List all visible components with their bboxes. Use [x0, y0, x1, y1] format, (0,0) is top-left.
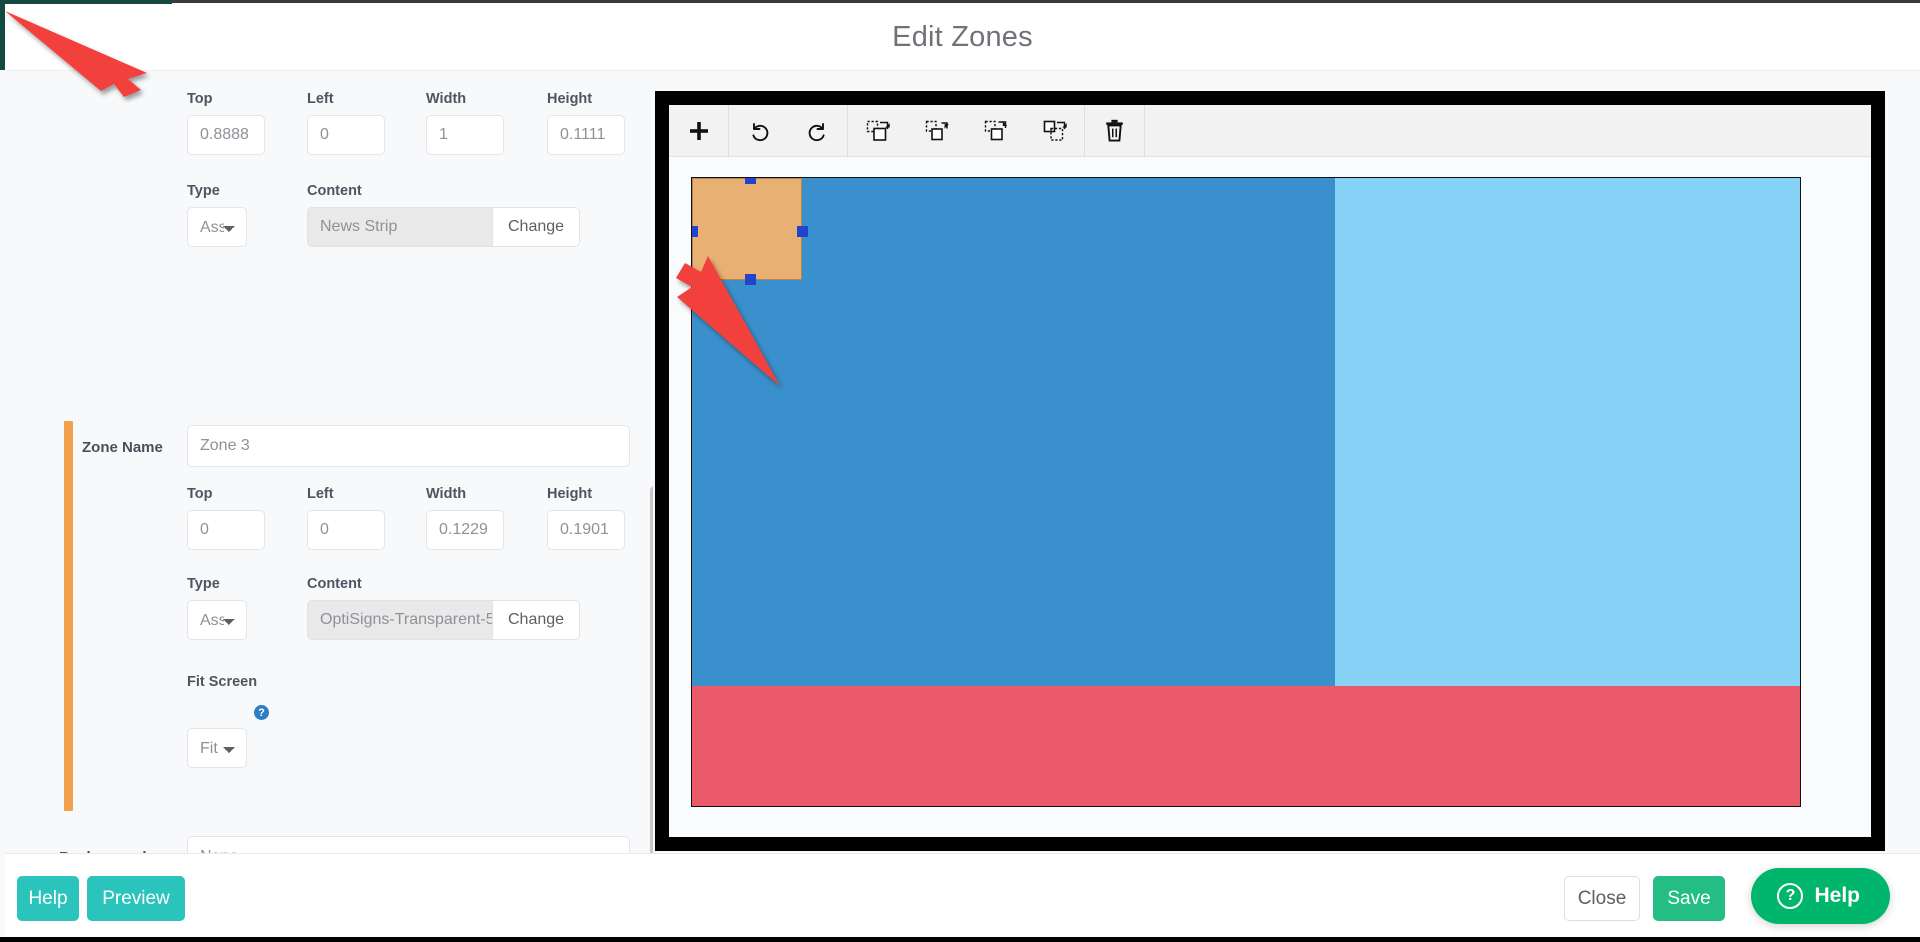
help-circle-icon[interactable]: ?: [254, 705, 269, 720]
redo-icon: [808, 122, 825, 141]
zone3-content-group: OptiSigns-Transparent-512 Change: [307, 600, 581, 640]
zones-form-panel: Top Left Width Height Type Content Asset…: [5, 71, 653, 854]
preview-button[interactable]: Preview: [87, 876, 185, 921]
zone3-top-label: Top: [187, 486, 213, 502]
background-music-select[interactable]: None: [187, 836, 630, 854]
page-title: Edit Zones: [892, 20, 1033, 53]
send-to-back-icon: [1043, 120, 1067, 141]
edit-zones-modal: Edit Zones Top Left Width Height Type Co…: [0, 0, 1920, 942]
zone3-content-label: Content: [307, 576, 362, 592]
zone1-height-input[interactable]: [547, 115, 625, 155]
save-button[interactable]: Save: [1653, 876, 1725, 921]
zone1-change-button[interactable]: Change: [492, 207, 581, 247]
bring-forward-icon: [925, 120, 949, 140]
zone3-accent-bar: [64, 421, 73, 811]
bottom-black-bar: [0, 937, 1920, 942]
zone3-change-button[interactable]: Change: [492, 600, 581, 640]
bring-to-front-icon: [866, 120, 890, 141]
modal-footer: Help Preview Close Save: [5, 853, 1920, 942]
zone3-width-input[interactable]: [426, 510, 504, 550]
help-fab-label: Help: [1814, 884, 1860, 907]
zone3-left-input[interactable]: [307, 510, 385, 550]
undo-icon: [751, 122, 768, 141]
zone3-content-value: OptiSigns-Transparent-512: [307, 600, 492, 640]
zone3-type-label: Type: [187, 576, 220, 592]
zone-rect-zone3-logo[interactable]: [692, 178, 802, 280]
zone3-name-label: Zone Name: [82, 439, 163, 456]
zone3-fit-screen-label: Fit Screen: [187, 674, 258, 690]
canvas-toolbar: [669, 105, 1871, 157]
help-fab-button[interactable]: ? Help: [1751, 868, 1890, 924]
zone1-width-input[interactable]: [426, 115, 504, 155]
send-backward-button[interactable]: [966, 105, 1025, 156]
send-to-back-button[interactable]: [1025, 105, 1084, 156]
add-zone-button[interactable]: [669, 105, 728, 156]
send-backward-icon: [984, 120, 1007, 140]
zone1-left-input[interactable]: [307, 115, 385, 155]
resize-handle-right[interactable]: [797, 226, 808, 237]
zone1-content-value: News Strip: [307, 207, 492, 247]
zone1-width-label: Width: [426, 91, 467, 107]
zone1-content-group: News Strip Change: [307, 207, 581, 247]
zone1-top-label: Top: [187, 91, 213, 107]
bring-to-front-button[interactable]: [848, 105, 907, 156]
form-scrollbar[interactable]: [650, 486, 653, 854]
delete-zone-button[interactable]: [1085, 105, 1144, 156]
trash-icon: [1106, 119, 1123, 142]
modal-header: Edit Zones: [5, 4, 1920, 70]
zone3-height-input[interactable]: [547, 510, 625, 550]
modal-body: Top Left Width Height Type Content Asset…: [5, 11, 1920, 854]
toolbar-group-arrange: [848, 105, 1085, 156]
zone1-content-label: Content: [307, 183, 362, 199]
redo-button[interactable]: [788, 105, 847, 156]
close-button[interactable]: Close: [1564, 876, 1640, 921]
zone-canvas-frame: [655, 91, 1885, 851]
zone1-height-label: Height: [547, 91, 593, 107]
zone3-top-input[interactable]: [187, 510, 265, 550]
toolbar-group-history: [729, 105, 848, 156]
top-rail-grey: [172, 0, 1920, 3]
zone1-left-label: Left: [307, 91, 334, 107]
zone3-height-label: Height: [547, 486, 593, 502]
help-button[interactable]: Help: [17, 876, 79, 921]
zone-rect-news-strip[interactable]: [692, 686, 1800, 806]
zone3-type-select[interactable]: Asset: [187, 600, 247, 640]
zone1-type-label: Type: [187, 183, 220, 199]
resize-handle-left[interactable]: [692, 226, 698, 237]
zone3-name-input[interactable]: [187, 425, 630, 467]
undo-button[interactable]: [729, 105, 788, 156]
zone3-width-label: Width: [426, 486, 467, 502]
bring-forward-button[interactable]: [907, 105, 966, 156]
toolbar-group-add: [669, 105, 729, 156]
zone3-left-label: Left: [307, 486, 334, 502]
zone1-top-input[interactable]: [187, 115, 265, 155]
zone1-type-select[interactable]: Asset: [187, 207, 247, 247]
toolbar-group-delete: [1085, 105, 1145, 156]
plus-icon: [689, 121, 708, 140]
resize-handle-bottom[interactable]: [745, 274, 756, 285]
zone-preview-stage[interactable]: [691, 177, 1801, 807]
question-circle-icon: ?: [1777, 883, 1804, 909]
resize-handle-top[interactable]: [745, 178, 756, 184]
zone3-fit-select[interactable]: Fit: [187, 728, 247, 768]
zone-rect-right-light[interactable]: [1335, 178, 1800, 687]
